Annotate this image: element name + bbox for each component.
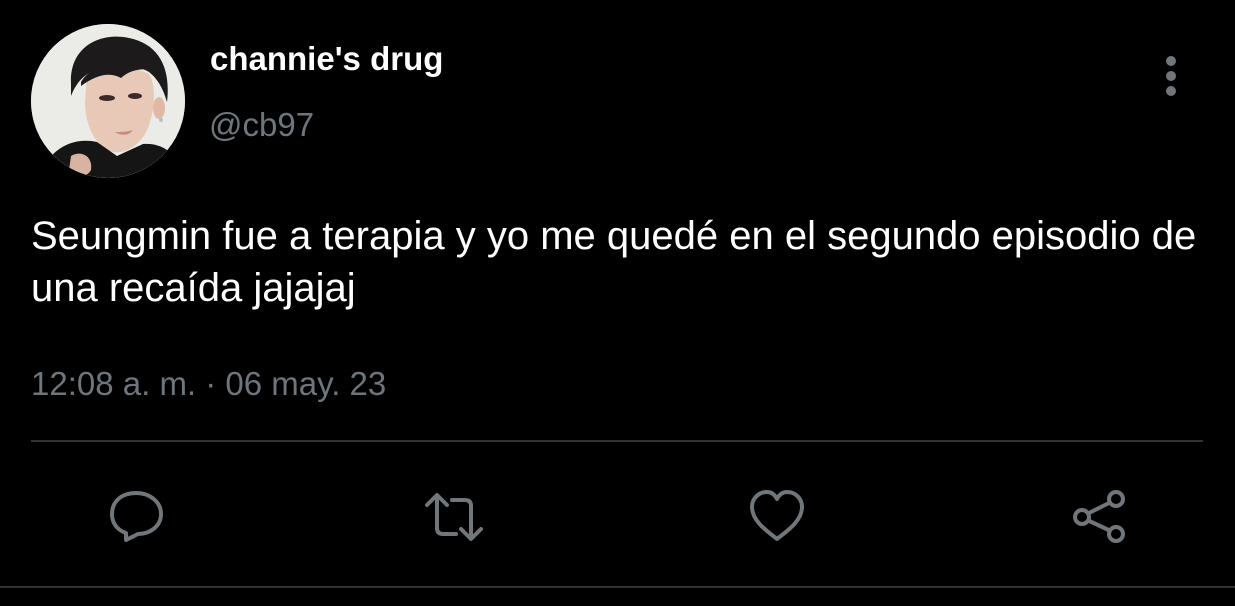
more-vertical-icon [1166,56,1176,66]
share-icon [1073,490,1125,543]
retweet-icon [425,493,483,541]
tweet-detail: channie's drug @cb97 Seungmin fue a tera… [0,0,1235,606]
username-handle[interactable]: @cb97 [209,106,314,144]
avatar[interactable] [31,24,185,178]
tweet-timestamp[interactable]: 12:08 a. m. · 06 may. 23 [31,365,386,403]
share-button[interactable] [1071,487,1131,547]
retweet-button[interactable] [424,487,484,547]
tweet-text: Seungmin fue a terapia y yo me quedé en … [31,214,1197,310]
reply-icon [110,491,163,542]
divider [31,440,1203,442]
more-dot [1166,86,1176,96]
avatar-photo [31,24,185,178]
like-button[interactable] [747,487,807,547]
more-dot [1166,71,1176,81]
more-options-button[interactable] [1150,52,1194,98]
display-name[interactable]: channie's drug [210,40,443,78]
reply-button[interactable] [106,487,166,547]
bottom-divider [0,586,1235,588]
heart-icon [750,490,804,541]
